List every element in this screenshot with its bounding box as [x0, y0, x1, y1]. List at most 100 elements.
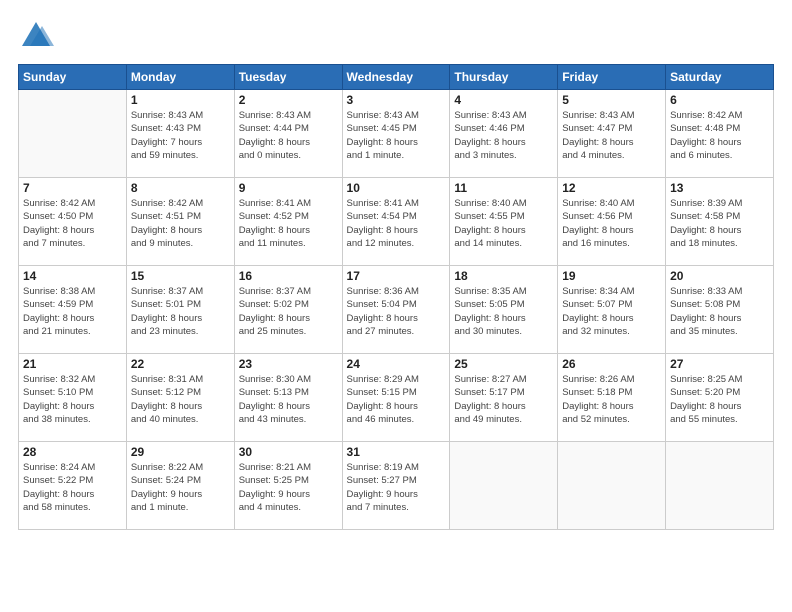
- calendar-cell: 16 Sunrise: 8:37 AM Sunset: 5:02 PM Dayli…: [234, 266, 342, 354]
- calendar-cell: 7 Sunrise: 8:42 AM Sunset: 4:50 PM Daylig…: [19, 178, 127, 266]
- calendar-cell: 24 Sunrise: 8:29 AM Sunset: 5:15 PM Dayli…: [342, 354, 450, 442]
- calendar-cell: 29 Sunrise: 8:22 AM Sunset: 5:24 PM Dayli…: [126, 442, 234, 530]
- header-day-sunday: Sunday: [19, 65, 127, 90]
- header: [18, 18, 774, 54]
- week-row-0: 1Sunrise: 8:43 AM Sunset: 4:43 PM Daylig…: [19, 90, 774, 178]
- week-row-1: 7 Sunrise: 8:42 AM Sunset: 4:50 PM Daylig…: [19, 178, 774, 266]
- day-info: Sunrise: 8:22 AM Sunset: 5:24 PM Dayligh…: [131, 461, 230, 514]
- day-info: Sunrise: 8:30 AM Sunset: 5:13 PM Dayligh…: [239, 373, 338, 426]
- day-info: Sunrise: 8:43 AM Sunset: 4:43 PM Dayligh…: [131, 109, 230, 162]
- day-number: 29: [131, 445, 230, 459]
- day-info: Sunrise: 8:29 AM Sunset: 5:15 PM Dayligh…: [347, 373, 446, 426]
- calendar-cell: 3 Sunrise: 8:43 AM Sunset: 4:45 PM Daylig…: [342, 90, 450, 178]
- calendar-cell: 11Sunrise: 8:40 AM Sunset: 4:55 PM Dayli…: [450, 178, 558, 266]
- day-number: 25: [454, 357, 553, 371]
- header-day-monday: Monday: [126, 65, 234, 90]
- day-info: Sunrise: 8:42 AM Sunset: 4:48 PM Dayligh…: [670, 109, 769, 162]
- calendar-cell: [666, 442, 774, 530]
- calendar-table: SundayMondayTuesdayWednesdayThursdayFrid…: [18, 64, 774, 530]
- day-info: Sunrise: 8:21 AM Sunset: 5:25 PM Dayligh…: [239, 461, 338, 514]
- calendar-cell: 14 Sunrise: 8:38 AM Sunset: 4:59 PM Dayli…: [19, 266, 127, 354]
- day-info: Sunrise: 8:38 AM Sunset: 4:59 PM Dayligh…: [23, 285, 122, 338]
- calendar-cell: 25Sunrise: 8:27 AM Sunset: 5:17 PM Dayli…: [450, 354, 558, 442]
- day-info: Sunrise: 8:37 AM Sunset: 5:01 PM Dayligh…: [131, 285, 230, 338]
- calendar-cell: 21Sunrise: 8:32 AM Sunset: 5:10 PM Dayli…: [19, 354, 127, 442]
- day-number: 28: [23, 445, 122, 459]
- header-day-friday: Friday: [558, 65, 666, 90]
- day-info: Sunrise: 8:34 AM Sunset: 5:07 PM Dayligh…: [562, 285, 661, 338]
- day-number: 16: [239, 269, 338, 283]
- day-info: Sunrise: 8:25 AM Sunset: 5:20 PM Dayligh…: [670, 373, 769, 426]
- calendar-cell: 26 Sunrise: 8:26 AM Sunset: 5:18 PM Dayli…: [558, 354, 666, 442]
- day-number: 7: [23, 181, 122, 195]
- calendar-cell: [450, 442, 558, 530]
- day-number: 23: [239, 357, 338, 371]
- calendar-cell: 13Sunrise: 8:39 AM Sunset: 4:58 PM Dayli…: [666, 178, 774, 266]
- calendar-cell: [558, 442, 666, 530]
- day-number: 2: [239, 93, 338, 107]
- calendar-cell: 27Sunrise: 8:25 AM Sunset: 5:20 PM Dayli…: [666, 354, 774, 442]
- day-info: Sunrise: 8:40 AM Sunset: 4:55 PM Dayligh…: [454, 197, 553, 250]
- day-number: 4: [454, 93, 553, 107]
- day-info: Sunrise: 8:26 AM Sunset: 5:18 PM Dayligh…: [562, 373, 661, 426]
- day-number: 18: [454, 269, 553, 283]
- calendar-cell: 4 Sunrise: 8:43 AM Sunset: 4:46 PM Daylig…: [450, 90, 558, 178]
- calendar-cell: 30 Sunrise: 8:21 AM Sunset: 5:25 PM Dayli…: [234, 442, 342, 530]
- day-number: 15: [131, 269, 230, 283]
- day-number: 17: [347, 269, 446, 283]
- calendar-cell: 19 Sunrise: 8:34 AM Sunset: 5:07 PM Dayli…: [558, 266, 666, 354]
- calendar-cell: 31 Sunrise: 8:19 AM Sunset: 5:27 PM Dayli…: [342, 442, 450, 530]
- day-number: 3: [347, 93, 446, 107]
- day-info: Sunrise: 8:43 AM Sunset: 4:44 PM Dayligh…: [239, 109, 338, 162]
- calendar-cell: 28Sunrise: 8:24 AM Sunset: 5:22 PM Dayli…: [19, 442, 127, 530]
- day-number: 5: [562, 93, 661, 107]
- day-number: 10: [347, 181, 446, 195]
- day-number: 6: [670, 93, 769, 107]
- day-info: Sunrise: 8:41 AM Sunset: 4:52 PM Dayligh…: [239, 197, 338, 250]
- day-number: 19: [562, 269, 661, 283]
- calendar-cell: 18 Sunrise: 8:35 AM Sunset: 5:05 PM Dayli…: [450, 266, 558, 354]
- day-number: 26: [562, 357, 661, 371]
- day-number: 13: [670, 181, 769, 195]
- week-row-4: 28Sunrise: 8:24 AM Sunset: 5:22 PM Dayli…: [19, 442, 774, 530]
- logo: [18, 18, 58, 54]
- calendar-cell: [19, 90, 127, 178]
- calendar-cell: 17 Sunrise: 8:36 AM Sunset: 5:04 PM Dayli…: [342, 266, 450, 354]
- day-info: Sunrise: 8:43 AM Sunset: 4:45 PM Dayligh…: [347, 109, 446, 162]
- day-info: Sunrise: 8:33 AM Sunset: 5:08 PM Dayligh…: [670, 285, 769, 338]
- day-number: 14: [23, 269, 122, 283]
- calendar-cell: 1Sunrise: 8:43 AM Sunset: 4:43 PM Daylig…: [126, 90, 234, 178]
- day-info: Sunrise: 8:42 AM Sunset: 4:50 PM Dayligh…: [23, 197, 122, 250]
- logo-icon: [18, 18, 54, 54]
- day-number: 22: [131, 357, 230, 371]
- day-number: 30: [239, 445, 338, 459]
- day-number: 31: [347, 445, 446, 459]
- calendar-cell: 15 Sunrise: 8:37 AM Sunset: 5:01 PM Dayli…: [126, 266, 234, 354]
- calendar-cell: 23 Sunrise: 8:30 AM Sunset: 5:13 PM Dayli…: [234, 354, 342, 442]
- day-info: Sunrise: 8:19 AM Sunset: 5:27 PM Dayligh…: [347, 461, 446, 514]
- header-day-tuesday: Tuesday: [234, 65, 342, 90]
- day-info: Sunrise: 8:36 AM Sunset: 5:04 PM Dayligh…: [347, 285, 446, 338]
- day-info: Sunrise: 8:37 AM Sunset: 5:02 PM Dayligh…: [239, 285, 338, 338]
- header-day-thursday: Thursday: [450, 65, 558, 90]
- day-number: 12: [562, 181, 661, 195]
- calendar-cell: 20 Sunrise: 8:33 AM Sunset: 5:08 PM Dayli…: [666, 266, 774, 354]
- day-number: 8: [131, 181, 230, 195]
- day-info: Sunrise: 8:42 AM Sunset: 4:51 PM Dayligh…: [131, 197, 230, 250]
- calendar-cell: 2 Sunrise: 8:43 AM Sunset: 4:44 PM Daylig…: [234, 90, 342, 178]
- page: SundayMondayTuesdayWednesdayThursdayFrid…: [0, 0, 792, 612]
- day-number: 20: [670, 269, 769, 283]
- day-number: 9: [239, 181, 338, 195]
- day-info: Sunrise: 8:35 AM Sunset: 5:05 PM Dayligh…: [454, 285, 553, 338]
- calendar-header: SundayMondayTuesdayWednesdayThursdayFrid…: [19, 65, 774, 90]
- day-info: Sunrise: 8:43 AM Sunset: 4:47 PM Dayligh…: [562, 109, 661, 162]
- header-day-wednesday: Wednesday: [342, 65, 450, 90]
- calendar-cell: 5 Sunrise: 8:43 AM Sunset: 4:47 PM Daylig…: [558, 90, 666, 178]
- calendar-cell: 9 Sunrise: 8:41 AM Sunset: 4:52 PM Daylig…: [234, 178, 342, 266]
- calendar-cell: 8 Sunrise: 8:42 AM Sunset: 4:51 PM Daylig…: [126, 178, 234, 266]
- week-row-2: 14 Sunrise: 8:38 AM Sunset: 4:59 PM Dayli…: [19, 266, 774, 354]
- day-info: Sunrise: 8:43 AM Sunset: 4:46 PM Dayligh…: [454, 109, 553, 162]
- day-info: Sunrise: 8:41 AM Sunset: 4:54 PM Dayligh…: [347, 197, 446, 250]
- day-number: 24: [347, 357, 446, 371]
- calendar-body: 1Sunrise: 8:43 AM Sunset: 4:43 PM Daylig…: [19, 90, 774, 530]
